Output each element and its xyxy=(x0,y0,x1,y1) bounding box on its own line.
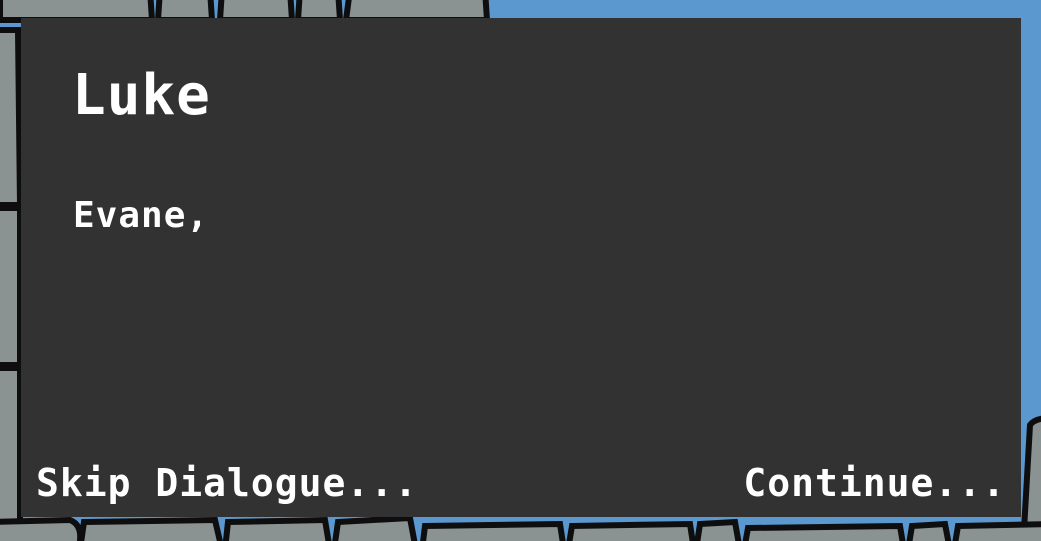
dialogue-box[interactable]: Luke Evane, Skip Dialogue... Continue... xyxy=(21,18,1021,517)
dialogue-text: Evane, xyxy=(73,195,210,236)
skip-dialogue-button[interactable]: Skip Dialogue... xyxy=(36,459,418,507)
speaker-name: Luke xyxy=(72,63,211,128)
game-scene: Luke Evane, Skip Dialogue... Continue... xyxy=(0,0,1041,541)
continue-button[interactable]: Continue... xyxy=(743,459,1006,507)
